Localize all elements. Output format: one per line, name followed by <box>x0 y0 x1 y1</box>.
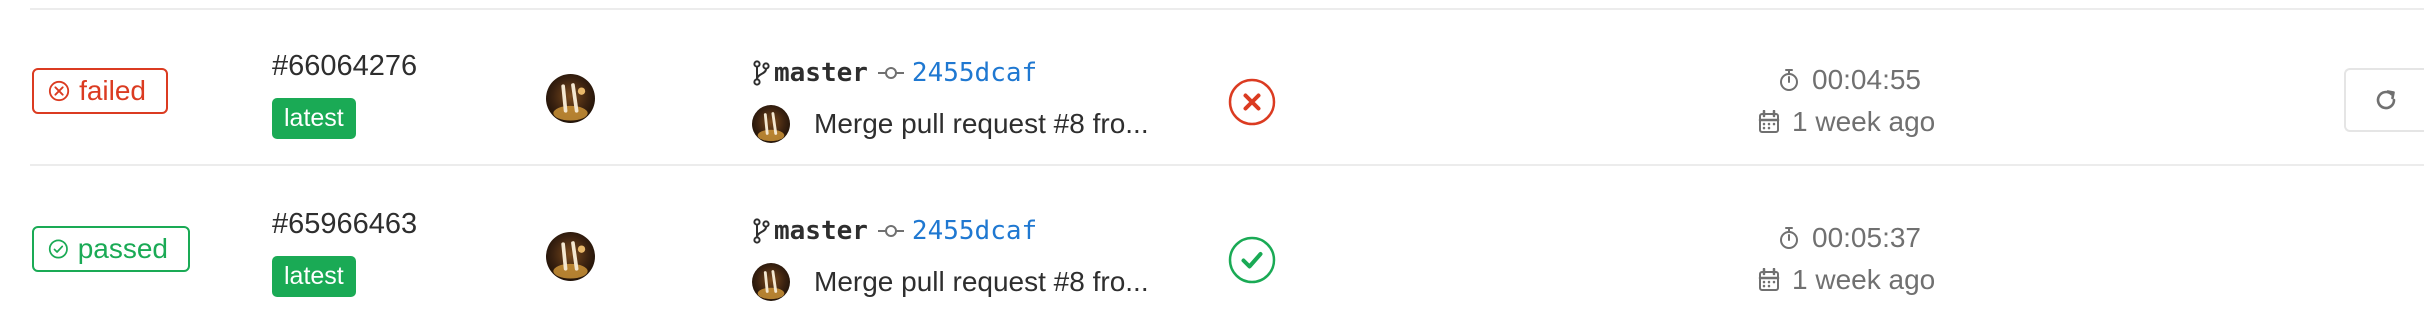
commit-message-link[interactable]: Merge pull request #8 fro... <box>814 108 1149 140</box>
stage-failed-icon <box>1228 78 1276 126</box>
duration-text: 00:05:37 <box>1812 222 1921 253</box>
commit-ref: master 2455dcaf <box>752 58 1037 88</box>
top-divider <box>30 8 2424 10</box>
calendar-icon <box>1758 268 1780 291</box>
pipeline-id-link[interactable]: #66064276 <box>272 50 417 83</box>
finished-time: 1 week ago <box>1758 106 1935 138</box>
status-badge-failed[interactable]: failed <box>32 68 168 114</box>
stage-passed-icon <box>1228 236 1276 284</box>
latest-badge: latest <box>272 256 356 297</box>
duration-text: 00:04:55 <box>1812 64 1921 95</box>
duration: 00:04:55 <box>1778 64 1921 96</box>
pipeline-id-link[interactable]: #65966463 <box>272 208 417 241</box>
commit-sha-link[interactable]: 2455dcaf <box>912 58 1037 88</box>
retry-icon <box>2376 90 2396 110</box>
git-commit-icon <box>877 225 904 237</box>
commit-author-avatar[interactable] <box>752 105 790 143</box>
branch-link[interactable]: master <box>774 216 868 246</box>
status-label: failed <box>79 75 146 106</box>
triggerer-avatar[interactable] <box>546 232 595 281</box>
calendar-icon <box>1758 110 1780 133</box>
status-label: passed <box>77 233 168 264</box>
commit-sha-link[interactable]: 2455dcaf <box>912 216 1037 246</box>
circle-check-icon <box>48 239 68 259</box>
circle-x-icon <box>48 80 70 102</box>
commit-ref: master 2455dcaf <box>752 216 1037 246</box>
branch-link[interactable]: master <box>774 58 868 88</box>
stage-status-failed[interactable] <box>1228 78 1276 126</box>
finished-text: 1 week ago <box>1792 264 1936 295</box>
stopwatch-icon <box>1780 69 1798 91</box>
commit-author-avatar[interactable] <box>752 263 790 301</box>
triggerer-avatar[interactable] <box>546 74 595 123</box>
row-divider <box>30 164 2424 166</box>
finished-time: 1 week ago <box>1758 264 1935 296</box>
stopwatch-icon <box>1780 227 1798 249</box>
git-commit-icon <box>877 67 904 79</box>
retry-button[interactable] <box>2344 68 2424 132</box>
commit-message-link[interactable]: Merge pull request #8 fro... <box>814 266 1149 298</box>
git-branch-icon <box>753 218 770 244</box>
finished-text: 1 week ago <box>1792 106 1936 137</box>
duration: 00:05:37 <box>1778 222 1921 254</box>
latest-badge: latest <box>272 98 356 139</box>
stage-status-passed[interactable] <box>1228 236 1276 284</box>
pipeline-row: passed #65966463 latest master 2455dcaf <box>0 170 2424 328</box>
git-branch-icon <box>753 60 770 86</box>
pipeline-row: failed #66064276 latest master 2455dcaf <box>0 12 2424 170</box>
status-badge-passed[interactable]: passed <box>32 226 190 272</box>
